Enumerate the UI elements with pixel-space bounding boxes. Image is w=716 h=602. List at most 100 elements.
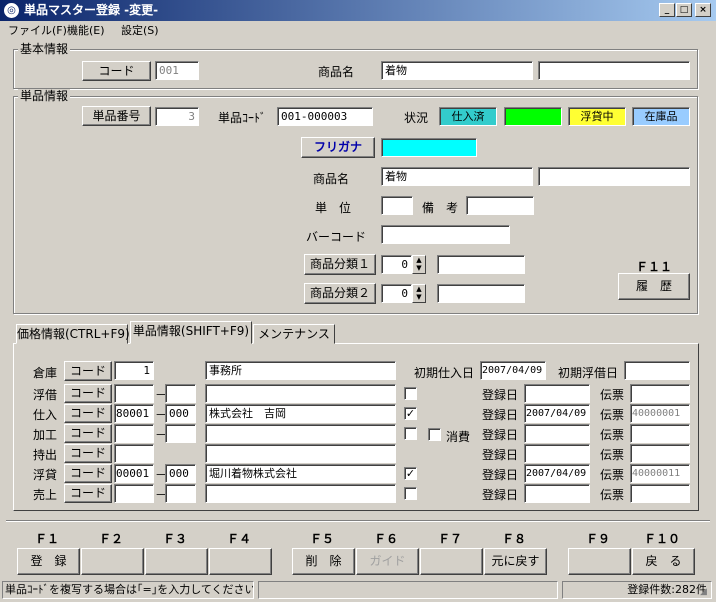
category2-spinner[interactable]: ▲ ▼ <box>412 284 426 303</box>
f9-key-label: Ｆ９ <box>585 532 610 546</box>
row-code-button[interactable]: コード <box>64 444 112 463</box>
close-button[interactable]: × <box>695 3 711 17</box>
f1-button[interactable]: 登 録 <box>17 548 80 575</box>
first-float-field[interactable] <box>624 361 690 380</box>
f5-button[interactable]: 削 除 <box>292 548 355 575</box>
row-reg-field[interactable] <box>524 444 590 463</box>
row-name-field[interactable] <box>205 484 396 503</box>
remarks-label: 備 考 <box>422 201 459 215</box>
row-code-field[interactable] <box>114 444 154 463</box>
barcode-field[interactable] <box>381 225 510 244</box>
category1-name-field[interactable] <box>437 255 525 274</box>
row-reg-field[interactable]: 2007/04/09 <box>524 464 590 483</box>
f2-button[interactable] <box>81 548 144 575</box>
row-code-field[interactable] <box>114 424 154 443</box>
row-code-button[interactable]: コード <box>64 464 112 483</box>
basic-code-button[interactable]: コード <box>82 61 151 81</box>
menu-file[interactable]: ファイル(F) <box>8 21 67 40</box>
category1-code-field[interactable]: 0 <box>381 255 412 274</box>
spin-down-icon[interactable]: ▼ <box>416 293 421 301</box>
row-slip-field[interactable]: 40000001 <box>630 404 690 423</box>
app-icon[interactable]: ◎ <box>4 3 19 18</box>
row-slip-field[interactable] <box>630 384 690 403</box>
minimize-button[interactable]: _ <box>659 3 675 17</box>
row-checkbox[interactable]: ✓ <box>404 467 417 480</box>
menu-settings[interactable]: 設定(S) <box>121 21 159 40</box>
row-checkbox[interactable] <box>404 427 417 440</box>
row-reg-label: 登録日 <box>482 428 519 442</box>
tab-price-info[interactable]: 価格情報(CTRL+F9) <box>16 324 130 344</box>
row-reg-field[interactable]: 2007/04/09 <box>524 404 590 423</box>
furigana-button[interactable]: フリガナ <box>301 137 375 158</box>
row-checkbox[interactable] <box>404 487 417 500</box>
warehouse-code-button[interactable]: コード <box>64 361 112 381</box>
menu-function[interactable]: 機能(E) <box>67 21 105 40</box>
row-slip-field[interactable] <box>630 424 690 443</box>
maximize-button[interactable]: □ <box>676 3 692 17</box>
row-sub-field[interactable] <box>165 424 196 443</box>
item-number-field[interactable]: 3 <box>155 107 199 126</box>
row-sub-field[interactable]: 000 <box>165 404 196 423</box>
row-slip-field[interactable]: 40000011 <box>630 464 690 483</box>
row-code-field[interactable] <box>114 484 154 503</box>
row-checkbox[interactable]: ✓ <box>404 407 417 420</box>
furigana-field[interactable] <box>381 138 477 157</box>
row-code-field[interactable]: 80001 <box>114 404 154 423</box>
row-name-field[interactable] <box>205 444 396 463</box>
resize-grip-icon[interactable]: ◢ <box>700 586 712 598</box>
item-number-button[interactable]: 単品番号 <box>82 106 151 126</box>
f6-key-label: Ｆ６ <box>373 532 398 546</box>
row-code-button[interactable]: コード <box>64 404 112 423</box>
row-reg-field[interactable] <box>524 484 590 503</box>
f9-button[interactable] <box>568 548 631 575</box>
history-button[interactable]: 履 歴 <box>618 273 690 300</box>
item-code-field[interactable]: 001-000003 <box>277 107 373 126</box>
f7-button[interactable] <box>420 548 483 575</box>
f8-button[interactable]: 元に戻す <box>484 548 547 575</box>
warehouse-name-field[interactable]: 事務所 <box>205 361 396 380</box>
item-product-field[interactable]: 着物 <box>381 167 533 186</box>
tab-maintenance[interactable]: メンテナンス <box>253 324 335 344</box>
warehouse-code-field[interactable]: 1 <box>114 361 154 380</box>
spin-up-icon[interactable]: ▲ <box>416 285 421 293</box>
row-code-button[interactable]: コード <box>64 484 112 503</box>
row-slip-field[interactable] <box>630 444 690 463</box>
first-purchase-field[interactable]: 2007/04/09 <box>480 361 546 380</box>
item-product-field-2[interactable] <box>538 167 690 186</box>
unit-field[interactable] <box>381 196 413 215</box>
row-name-field[interactable]: 株式会社 吉岡 <box>205 404 396 423</box>
category2-button[interactable]: 商品分類２ <box>304 283 376 304</box>
row-slip-field[interactable] <box>630 484 690 503</box>
row-code-button[interactable]: コード <box>64 384 112 403</box>
category2-code-field[interactable]: 0 <box>381 284 412 303</box>
category2-name-field[interactable] <box>437 284 525 303</box>
basic-code-field[interactable]: 001 <box>155 61 199 80</box>
f4-button[interactable] <box>209 548 272 575</box>
row-name-field[interactable]: 堀川着物株式会社 <box>205 464 396 483</box>
row-code-field[interactable]: 00001 <box>114 464 154 483</box>
consume-checkbox[interactable] <box>428 428 441 441</box>
row-label: 売上 <box>33 488 58 502</box>
row-code-field[interactable] <box>114 384 154 403</box>
f10-button[interactable]: 戻 る <box>632 548 695 575</box>
row-name-field[interactable] <box>205 384 396 403</box>
remarks-field[interactable] <box>466 196 534 215</box>
row-reg-field[interactable] <box>524 424 590 443</box>
row-checkbox[interactable] <box>404 387 417 400</box>
row-label: 浮借 <box>33 388 58 402</box>
f6-button[interactable]: ガイド <box>356 548 419 575</box>
basic-product-field[interactable]: 着物 <box>381 61 533 80</box>
row-reg-field[interactable] <box>524 384 590 403</box>
category1-spinner[interactable]: ▲ ▼ <box>412 255 426 274</box>
row-name-field[interactable] <box>205 424 396 443</box>
spin-up-icon[interactable]: ▲ <box>416 256 421 264</box>
f3-button[interactable] <box>145 548 208 575</box>
category1-button[interactable]: 商品分類１ <box>304 254 376 275</box>
row-sub-field[interactable]: 000 <box>165 464 196 483</box>
basic-product-field-2[interactable] <box>538 61 690 80</box>
row-code-button[interactable]: コード <box>64 424 112 443</box>
row-sub-field[interactable] <box>165 384 196 403</box>
row-sub-field[interactable] <box>165 484 196 503</box>
tab-item-info[interactable]: 単品情報(SHIFT+F9) <box>130 321 252 344</box>
spin-down-icon[interactable]: ▼ <box>416 264 421 272</box>
